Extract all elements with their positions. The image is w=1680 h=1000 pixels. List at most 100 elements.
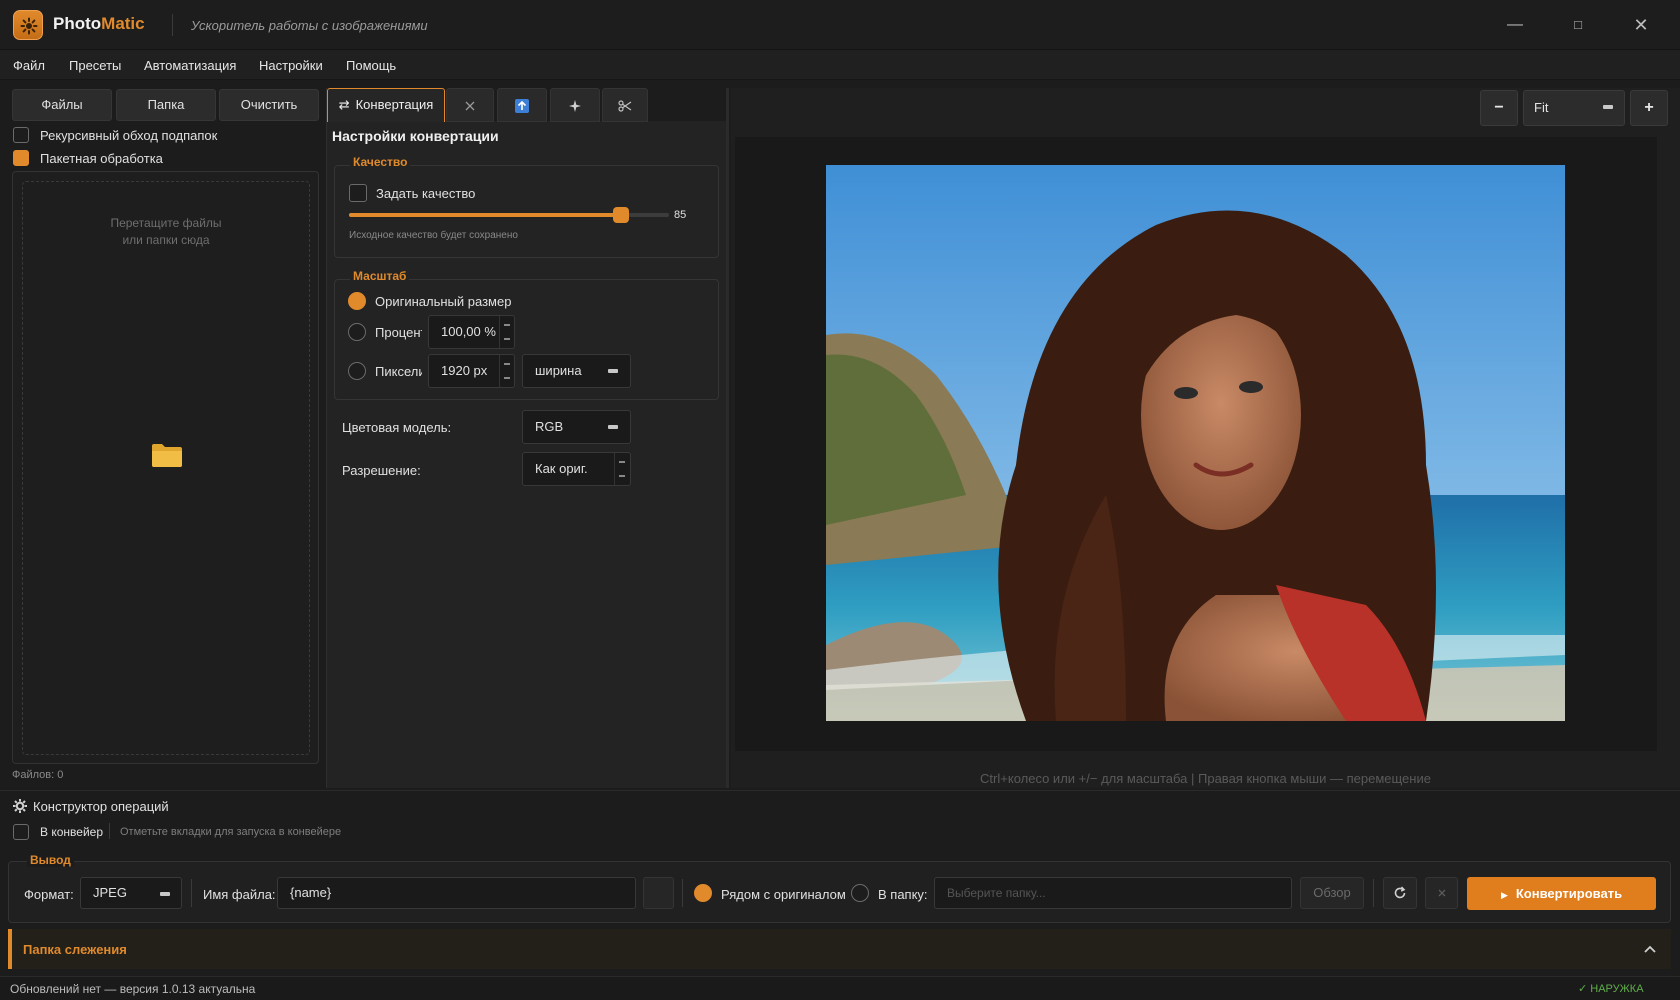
- app-subtitle: Ускоритель работы с изображениями: [191, 18, 428, 33]
- set-quality-label: Задать качество: [376, 186, 476, 201]
- convert-tab-icon: ⇄: [338, 97, 350, 112]
- preview-image[interactable]: [826, 165, 1565, 721]
- bottom-separator: [0, 790, 1680, 791]
- resolution-label: Разрешение:: [342, 463, 421, 478]
- output-folder-input[interactable]: Выберите папку...: [934, 877, 1292, 909]
- to-folder-radio[interactable]: [851, 884, 869, 902]
- upload-icon: [515, 99, 529, 113]
- constructor-label[interactable]: Конструктор операций: [33, 799, 169, 814]
- menu-bar: Файл Пресеты Автоматизация Настройки Пом…: [0, 50, 1680, 80]
- recursive-label: Рекурсивный обход подпапок: [40, 128, 218, 143]
- watch-folder-bar[interactable]: [8, 929, 1671, 969]
- watch-folder-title: Папка слежения: [23, 942, 127, 957]
- middle-divider[interactable]: [726, 88, 729, 788]
- output-group-title: Вывод: [27, 853, 74, 867]
- pipeline-separator: [109, 823, 110, 839]
- menu-help[interactable]: Помощь: [346, 58, 396, 73]
- tab-effects[interactable]: [550, 88, 600, 122]
- scissors-icon: [618, 100, 632, 112]
- color-model-label: Цветовая модель:: [342, 420, 452, 435]
- cancel-button[interactable]: [1425, 877, 1458, 909]
- tab-crop[interactable]: [602, 88, 648, 122]
- tab-convert[interactable]: ⇄ Конвертация: [327, 88, 445, 122]
- zoom-value: Fit: [1534, 100, 1549, 115]
- filename-options-button[interactable]: [643, 877, 674, 909]
- format-value: JPEG: [93, 885, 127, 900]
- folder-icon: [151, 442, 183, 471]
- preview-hint: Ctrl+колесо или +/− для масштаба | Права…: [980, 771, 1431, 786]
- pipeline-label: В конвейер: [40, 825, 103, 839]
- quality-group-title: Качество: [350, 155, 411, 169]
- clear-button[interactable]: Очистить: [219, 89, 319, 121]
- quality-value: 85: [674, 209, 687, 221]
- app-name-part2: Matic: [101, 14, 145, 33]
- pixels-spinner[interactable]: [499, 355, 513, 387]
- color-model-value: RGB: [535, 419, 564, 434]
- quality-slider-thumb[interactable]: [613, 207, 629, 223]
- tab-close[interactable]: [446, 88, 494, 122]
- batch-checkbox[interactable]: [13, 150, 29, 166]
- resolution-spinner[interactable]: [614, 453, 628, 485]
- zoom-out-button[interactable]: −: [1480, 90, 1518, 126]
- menu-presets[interactable]: Пресеты: [69, 58, 121, 73]
- tab-upload[interactable]: [497, 88, 547, 122]
- status-indicator: ✓ НАРУЖКА: [1578, 983, 1644, 995]
- set-quality-checkbox[interactable]: [349, 184, 367, 202]
- pixels-label: Пиксели: [375, 364, 422, 379]
- pixels-radio[interactable]: [348, 362, 366, 380]
- percent-value: 100,00 %: [441, 324, 496, 339]
- menu-settings[interactable]: Настройки: [259, 58, 323, 73]
- add-folder-button[interactable]: Папка: [116, 89, 216, 121]
- format-separator: [191, 879, 192, 907]
- sparkle-icon: [569, 100, 581, 112]
- drop-hint: Перетащите файлы или папки сюда: [22, 215, 310, 249]
- menu-file[interactable]: Файл: [13, 58, 45, 73]
- app-name-part1: Photo: [53, 14, 102, 33]
- to-folder-label: В папку:: [878, 887, 928, 902]
- browse-button[interactable]: Обзор: [1300, 877, 1364, 909]
- refresh-button[interactable]: [1383, 877, 1417, 909]
- refresh-icon: [1394, 886, 1406, 899]
- quality-slider-fill: [349, 213, 621, 217]
- convert-button-label: Конвертировать: [1515, 886, 1623, 901]
- color-model-dropdown-icon: [608, 425, 618, 429]
- original-size-radio[interactable]: [348, 292, 366, 310]
- browse-separator: [1373, 879, 1374, 907]
- maximize-button[interactable]: □: [1565, 12, 1591, 38]
- pipeline-checkbox[interactable]: [13, 824, 29, 840]
- close-icon: [465, 101, 475, 111]
- chevron-up-icon[interactable]: [1644, 940, 1656, 956]
- zoom-dropdown-icon: [1603, 105, 1613, 109]
- drop-hint-line2: или папки сюда: [122, 233, 210, 247]
- percent-label: Процент: [375, 325, 422, 340]
- original-size-label: Оригинальный размер: [375, 294, 512, 309]
- minimize-button[interactable]: —: [1502, 12, 1528, 38]
- pipeline-hint: Отметьте вкладки для запуска в конвейере: [120, 826, 342, 838]
- scale-group-title: Масштаб: [350, 269, 410, 283]
- format-label: Формат:: [24, 887, 74, 902]
- percent-radio[interactable]: [348, 323, 366, 341]
- quality-note: Исходное качество будет сохранено: [349, 230, 518, 241]
- convert-button[interactable]: ▶ Конвертировать: [1467, 877, 1656, 910]
- quality-group: [334, 165, 719, 258]
- zoom-in-button[interactable]: +: [1630, 90, 1668, 126]
- recursive-checkbox[interactable]: [13, 127, 29, 143]
- dimension-value: ширина: [535, 363, 582, 378]
- beside-original-label: Рядом с оригиналом: [721, 887, 846, 902]
- filename-input[interactable]: {name}: [277, 877, 636, 909]
- menu-automation[interactable]: Автоматизация: [144, 58, 236, 73]
- update-status: Обновлений нет — версия 1.0.13 актуальна: [10, 982, 256, 996]
- close-icon: [1438, 889, 1445, 897]
- gear-icon: [13, 799, 27, 816]
- play-icon: ▶: [1500, 890, 1508, 900]
- close-window-button[interactable]: ✕: [1628, 12, 1654, 38]
- app-logo-icon: [13, 10, 43, 40]
- resolution-value: Как ориг.: [535, 461, 588, 476]
- files-count: Файлов: 0: [12, 769, 64, 781]
- batch-label: Пакетная обработка: [40, 151, 163, 166]
- add-files-button[interactable]: Файлы: [12, 89, 112, 121]
- format-dropdown-icon: [160, 892, 170, 896]
- title-separator: [172, 14, 173, 36]
- beside-original-radio[interactable]: [694, 884, 712, 902]
- percent-spinner[interactable]: [499, 316, 513, 348]
